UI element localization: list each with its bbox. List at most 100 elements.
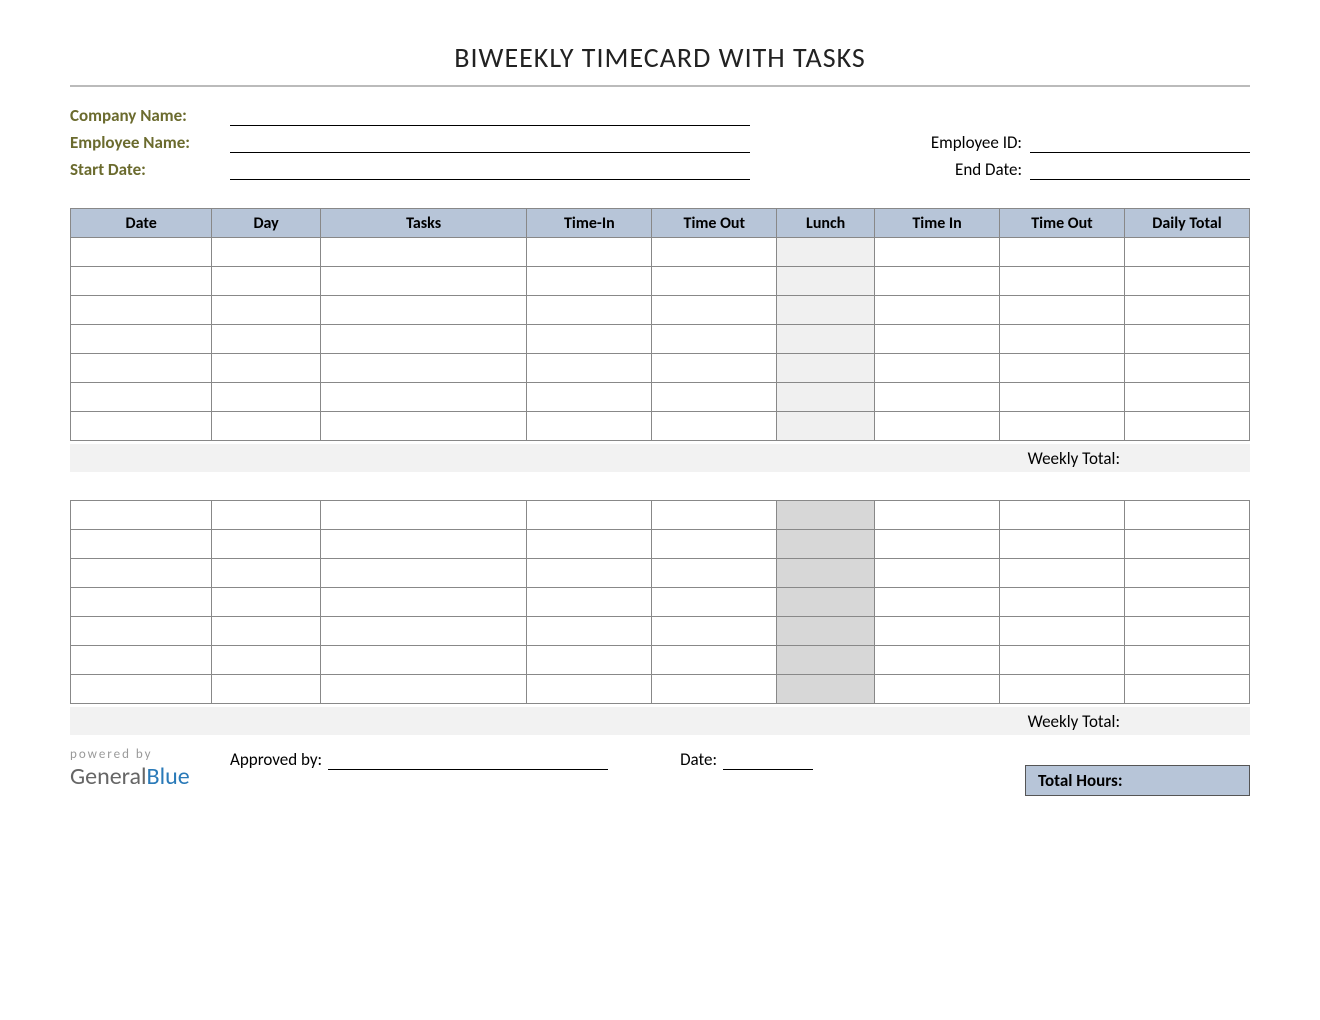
cell[interactable] (875, 530, 1000, 559)
cell[interactable] (212, 238, 321, 267)
cell[interactable] (1000, 296, 1125, 325)
cell[interactable] (1000, 675, 1125, 704)
cell[interactable] (875, 588, 1000, 617)
cell[interactable] (875, 325, 1000, 354)
cell[interactable] (527, 325, 652, 354)
cell[interactable] (212, 530, 321, 559)
approved-input[interactable] (328, 750, 608, 770)
cell[interactable] (320, 267, 526, 296)
cell[interactable] (1124, 354, 1249, 383)
cell[interactable] (1000, 383, 1125, 412)
cell[interactable] (1124, 325, 1249, 354)
cell[interactable] (875, 559, 1000, 588)
cell[interactable] (1000, 354, 1125, 383)
cell[interactable] (212, 325, 321, 354)
cell[interactable] (875, 675, 1000, 704)
cell[interactable] (71, 588, 212, 617)
cell[interactable] (1000, 267, 1125, 296)
cell[interactable] (652, 559, 777, 588)
cell[interactable] (527, 501, 652, 530)
cell[interactable] (652, 412, 777, 441)
cell[interactable] (320, 646, 526, 675)
cell[interactable] (875, 296, 1000, 325)
cell[interactable] (320, 296, 526, 325)
cell[interactable] (212, 267, 321, 296)
cell[interactable] (652, 267, 777, 296)
cell[interactable] (71, 238, 212, 267)
cell[interactable] (71, 325, 212, 354)
cell[interactable] (71, 646, 212, 675)
cell[interactable] (527, 412, 652, 441)
cell[interactable] (320, 354, 526, 383)
cell[interactable] (71, 296, 212, 325)
cell[interactable] (652, 296, 777, 325)
cell[interactable] (777, 617, 875, 646)
cell[interactable] (652, 617, 777, 646)
cell[interactable] (320, 383, 526, 412)
cell[interactable] (777, 412, 875, 441)
cell[interactable] (1124, 588, 1249, 617)
cell[interactable] (777, 383, 875, 412)
cell[interactable] (71, 675, 212, 704)
cell[interactable] (527, 354, 652, 383)
cell[interactable] (527, 675, 652, 704)
cell[interactable] (1124, 267, 1249, 296)
cell[interactable] (320, 559, 526, 588)
cell[interactable] (777, 267, 875, 296)
cell[interactable] (875, 617, 1000, 646)
cell[interactable] (71, 617, 212, 646)
cell[interactable] (527, 617, 652, 646)
cell[interactable] (1000, 238, 1125, 267)
cell[interactable] (320, 238, 526, 267)
cell[interactable] (71, 412, 212, 441)
cell[interactable] (1000, 501, 1125, 530)
cell[interactable] (652, 354, 777, 383)
cell[interactable] (1000, 530, 1125, 559)
cell[interactable] (320, 530, 526, 559)
cell[interactable] (777, 354, 875, 383)
cell[interactable] (212, 675, 321, 704)
cell[interactable] (1124, 617, 1249, 646)
cell[interactable] (777, 675, 875, 704)
cell[interactable] (71, 383, 212, 412)
cell[interactable] (1124, 559, 1249, 588)
cell[interactable] (1124, 238, 1249, 267)
cell[interactable] (1000, 646, 1125, 675)
cell[interactable] (527, 559, 652, 588)
cell[interactable] (212, 646, 321, 675)
cell[interactable] (320, 412, 526, 441)
cell[interactable] (875, 267, 1000, 296)
cell[interactable] (320, 675, 526, 704)
cell[interactable] (212, 559, 321, 588)
cell[interactable] (652, 588, 777, 617)
cell[interactable] (527, 383, 652, 412)
cell[interactable] (652, 675, 777, 704)
cell[interactable] (652, 383, 777, 412)
cell[interactable] (777, 588, 875, 617)
cell[interactable] (1124, 646, 1249, 675)
cell[interactable] (1000, 325, 1125, 354)
cell[interactable] (212, 296, 321, 325)
cell[interactable] (527, 646, 652, 675)
cell[interactable] (1124, 412, 1249, 441)
cell[interactable] (875, 412, 1000, 441)
cell[interactable] (212, 412, 321, 441)
cell[interactable] (320, 325, 526, 354)
cell[interactable] (1000, 559, 1125, 588)
cell[interactable] (212, 383, 321, 412)
cell[interactable] (1124, 383, 1249, 412)
cell[interactable] (875, 354, 1000, 383)
cell[interactable] (212, 588, 321, 617)
cell[interactable] (1000, 588, 1125, 617)
cell[interactable] (777, 238, 875, 267)
end-input[interactable] (1030, 160, 1250, 180)
cell[interactable] (777, 325, 875, 354)
cell[interactable] (1124, 675, 1249, 704)
cell[interactable] (212, 354, 321, 383)
cell[interactable] (527, 238, 652, 267)
cell[interactable] (875, 383, 1000, 412)
cell[interactable] (1124, 501, 1249, 530)
cell[interactable] (1000, 617, 1125, 646)
cell[interactable] (875, 646, 1000, 675)
cell[interactable] (652, 238, 777, 267)
